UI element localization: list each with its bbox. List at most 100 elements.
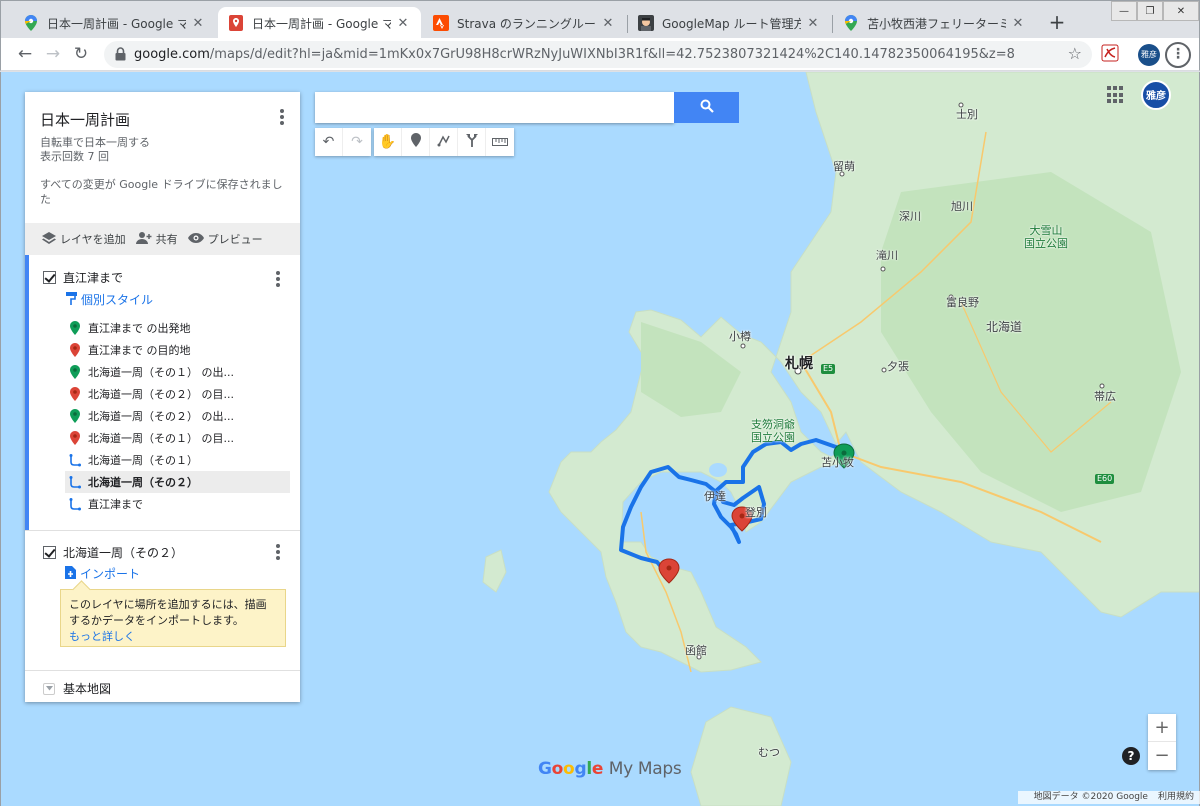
- browser-menu-icon[interactable]: ⋮: [1165, 42, 1191, 68]
- map-label-date: 伊達: [704, 490, 726, 503]
- feature-item[interactable]: 直江津まで: [65, 493, 290, 515]
- search-button[interactable]: [674, 92, 739, 123]
- url-domain: google.com: [134, 47, 210, 62]
- mymaps-wordmark: My Maps: [608, 759, 682, 779]
- tab-title: 日本一周計画 - Google マップ: [47, 16, 186, 31]
- marker-icon: [410, 133, 421, 151]
- land-okushiri: [482, 549, 507, 593]
- measure-button[interactable]: [486, 128, 514, 156]
- layer-visibility-checkbox[interactable]: [43, 271, 56, 284]
- apps-grid-icon[interactable]: [1107, 86, 1125, 104]
- layer-header[interactable]: 直江津まで: [43, 269, 123, 286]
- url-text: google.com/maps/d/edit?hl=ja&mid=1mKx0x7…: [134, 47, 1015, 62]
- panel-action-bar: レイヤを追加 共有 プレビュー: [25, 223, 300, 255]
- map-label-shikotsu: 支笏洞爺 国立公園: [751, 418, 795, 444]
- close-icon[interactable]: ✕: [600, 16, 616, 31]
- close-icon[interactable]: ✕: [1010, 16, 1026, 31]
- map-options-icon[interactable]: [274, 107, 290, 127]
- restore-button[interactable]: ❐: [1137, 1, 1163, 21]
- map-search-input[interactable]: [315, 92, 674, 123]
- zoom-out-button[interactable]: −: [1148, 742, 1176, 770]
- feature-item[interactable]: 北海道一周（その１） の目...: [65, 427, 290, 449]
- browser-tab-strip: 日本一周計画 - Google マップ ✕ 日本一周計画 - Google マイ…: [0, 0, 1200, 39]
- draw-line-icon: [437, 133, 451, 151]
- import-tooltip: このレイヤに場所を追加するには、描画するかデータをインポートします。 もっと詳し…: [60, 589, 286, 647]
- add-layer-button[interactable]: レイヤを追加: [42, 231, 126, 247]
- feature-item[interactable]: 北海道一周（その１）: [65, 449, 290, 471]
- redo-button[interactable]: ↷: [343, 128, 371, 156]
- profile-avatar[interactable]: 雅彦: [1138, 44, 1160, 66]
- basemap-section[interactable]: 基本地図: [43, 680, 111, 697]
- feature-label: 北海道一周（その２） の目...: [88, 388, 234, 401]
- map-label-obihiro: 帯広: [1094, 390, 1116, 403]
- directions-button[interactable]: [458, 128, 486, 156]
- draw-line-button[interactable]: [430, 128, 458, 156]
- google-mymaps-logo: Google My Maps: [538, 759, 682, 779]
- red-pin-icon: [68, 343, 82, 357]
- feature-item[interactable]: 北海道一周（その２） の出...: [65, 405, 290, 427]
- feature-item[interactable]: 直江津まで の目的地: [65, 339, 290, 361]
- tab-maps[interactable]: 日本一周計画 - Google マップ ✕: [13, 7, 216, 39]
- map-legend-panel: 日本一周計画 自転車で日本一周する 表示回数 7 回 すべての変更が Googl…: [25, 92, 300, 702]
- minimize-button[interactable]: —: [1111, 1, 1137, 21]
- new-tab-button[interactable]: +: [1045, 10, 1069, 34]
- eye-icon: [187, 232, 208, 246]
- layer-header[interactable]: 北海道一周（その２）: [43, 544, 183, 561]
- layer-options-icon[interactable]: [270, 269, 286, 289]
- attribution-data: 地図データ ©2020 Google: [1033, 792, 1148, 802]
- add-layer-label: レイヤを追加: [60, 233, 126, 246]
- zoom-control: + −: [1148, 714, 1176, 770]
- forward-button[interactable]: →: [41, 42, 65, 66]
- style-link-label: 個別スタイル: [81, 293, 154, 307]
- close-icon[interactable]: ✕: [395, 16, 411, 31]
- maps-pin-icon: [23, 15, 39, 31]
- lake-toya: [709, 463, 727, 477]
- feature-item[interactable]: 直江津まで の出発地: [65, 317, 290, 339]
- window-close-button[interactable]: ✕: [1163, 1, 1199, 21]
- help-icon[interactable]: ?: [1122, 747, 1140, 765]
- style-link[interactable]: 個別スタイル: [66, 291, 153, 308]
- park-name: 支笏洞爺 国立公園: [751, 418, 795, 444]
- share-button[interactable]: 共有: [135, 231, 178, 247]
- reload-button[interactable]: ↻: [69, 42, 93, 66]
- tab-strava[interactable]: Strava のランニングルート、 ✕: [423, 7, 626, 39]
- add-marker-button[interactable]: [402, 128, 430, 156]
- tab-ferry[interactable]: 苫小牧西港フェリーターミナル ✕: [833, 7, 1036, 39]
- back-button[interactable]: ←: [13, 42, 37, 66]
- preview-button[interactable]: プレビュー: [187, 231, 263, 247]
- green-pin-icon: [68, 365, 82, 379]
- layer-name: 北海道一周（その２）: [63, 546, 184, 560]
- close-icon[interactable]: ✕: [190, 16, 206, 31]
- lock-icon: [115, 47, 129, 62]
- tab-mymaps[interactable]: 日本一周計画 - Google マイマ ✕: [218, 7, 421, 39]
- feature-item[interactable]: 北海道一周（その２） の目...: [65, 383, 290, 405]
- red-pin-icon: [68, 431, 82, 445]
- layer-visibility-checkbox[interactable]: [43, 546, 56, 559]
- feature-label: 北海道一周（その１） の目...: [88, 432, 234, 445]
- pdf-extension-icon[interactable]: [1101, 44, 1119, 65]
- feature-item-selected[interactable]: 北海道一周（その２）: [65, 471, 290, 493]
- undo-button[interactable]: ↶: [315, 128, 343, 156]
- feature-label: 北海道一周（その２）: [88, 476, 198, 489]
- pan-tool-button[interactable]: ✋: [374, 128, 402, 156]
- map-title[interactable]: 日本一周計画: [40, 109, 130, 130]
- zoom-in-button[interactable]: +: [1148, 714, 1176, 742]
- feature-label: 北海道一周（その２） の出...: [88, 410, 234, 423]
- learn-more-link[interactable]: もっと詳しく: [69, 630, 135, 643]
- view-count: 表示回数 7 回: [40, 150, 109, 163]
- account-avatar[interactable]: 雅彦: [1141, 80, 1171, 110]
- close-icon[interactable]: ✕: [805, 16, 821, 31]
- ruler-icon: [492, 134, 508, 150]
- layer-options-icon[interactable]: [270, 542, 286, 562]
- preview-label: プレビュー: [207, 233, 263, 246]
- feature-item[interactable]: 北海道一周（その１） の出...: [65, 361, 290, 383]
- tab-blog[interactable]: GoogleMap ルート管理方法 - ✕: [628, 7, 831, 39]
- address-bar[interactable]: google.com/maps/d/edit?hl=ja&mid=1mKx0x7…: [104, 41, 1092, 68]
- bookmark-star-icon[interactable]: ☆: [1068, 44, 1082, 63]
- maps-pin-icon: [843, 15, 859, 31]
- bike-route-icon: [68, 475, 82, 489]
- import-link[interactable]: インポート: [65, 565, 140, 582]
- feature-label: 北海道一周（その１） の出...: [88, 366, 234, 379]
- terms-link[interactable]: 利用規約: [1158, 792, 1194, 802]
- highway-shield-e60: E60: [1095, 474, 1115, 484]
